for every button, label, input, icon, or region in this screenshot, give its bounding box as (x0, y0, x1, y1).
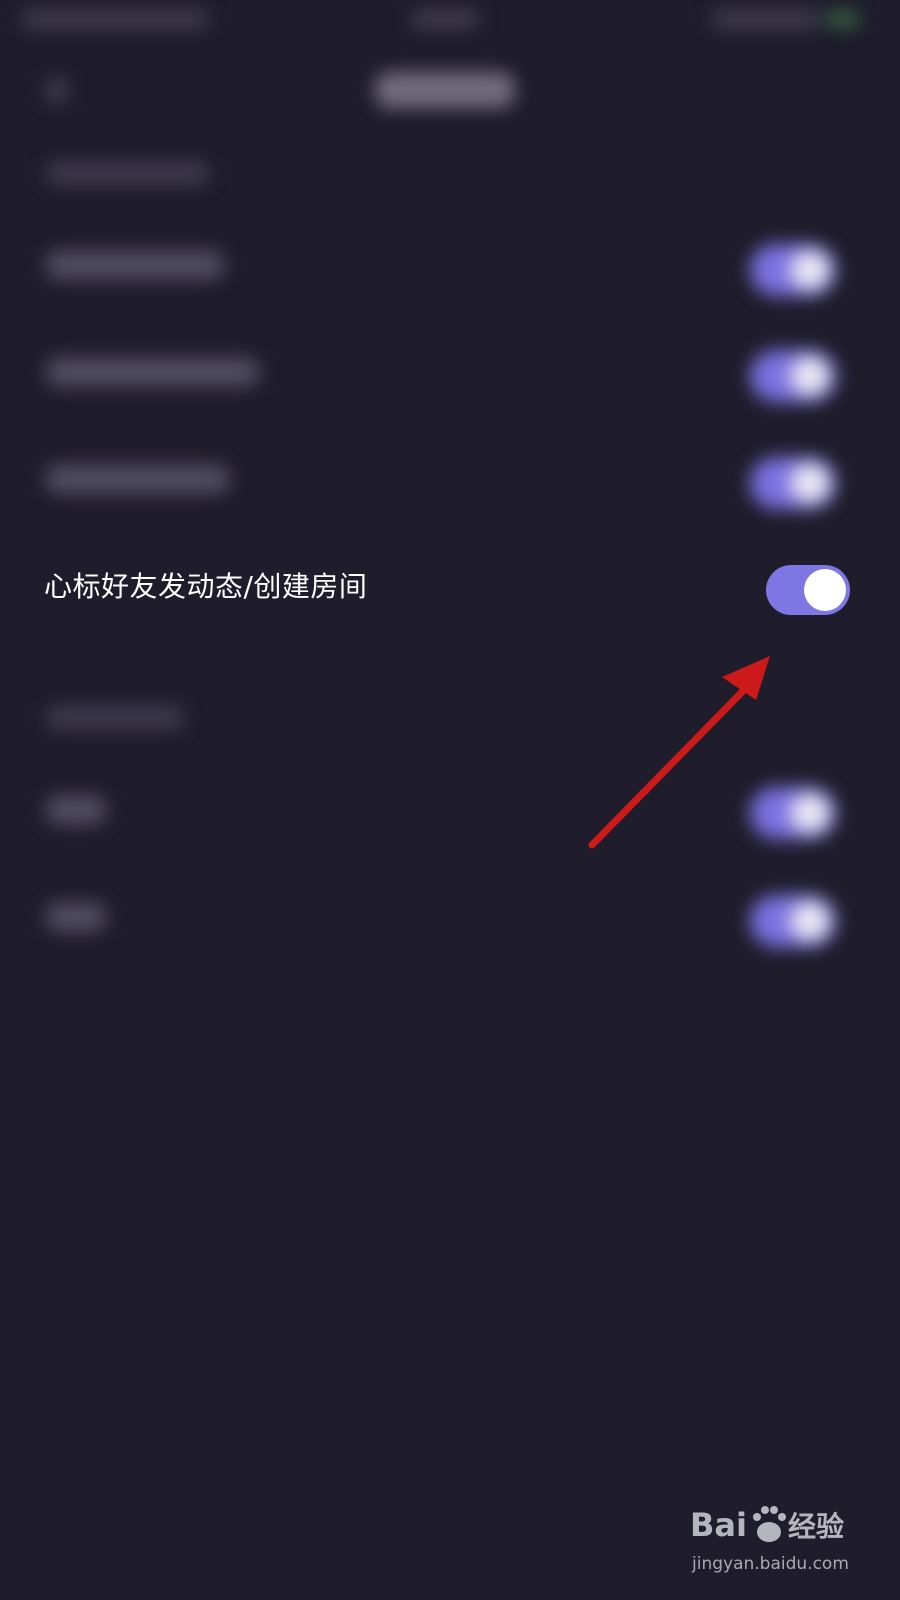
watermark: Bai 经验 jingyan.baidu.com (690, 1500, 860, 1580)
toggle-knob (804, 569, 846, 611)
blurred-toggle (750, 350, 836, 402)
screen: 心标好友发动态/创建房间 Bai 经验 jingyan.baidu.com (0, 0, 900, 1600)
blurred-battery-icon (825, 10, 860, 28)
blurred-status-center (410, 8, 480, 30)
blurred-row-label (45, 902, 107, 932)
svg-text:经验: 经验 (788, 1510, 844, 1543)
blurred-page-title (375, 72, 515, 108)
notify-toggle-switch[interactable] (766, 565, 850, 615)
blurred-toggle (750, 244, 836, 296)
blurred-section-header (45, 160, 210, 186)
blurred-row-label (45, 795, 107, 825)
blurred-section-header (45, 705, 185, 731)
svg-text:Bai: Bai (690, 1506, 747, 1544)
baidu-jingyan-logo-icon: Bai 经验 (690, 1506, 844, 1544)
setting-label: 心标好友发动态/创建房间 (44, 570, 368, 603)
blurred-status-time (20, 8, 210, 30)
watermark-url: jingyan.baidu.com (692, 1554, 849, 1574)
blurred-row-label (45, 357, 260, 387)
setting-row-notify-friends: 心标好友发动态/创建房间 (0, 555, 900, 641)
blurred-toggle (750, 895, 836, 947)
blurred-back-icon (45, 75, 69, 105)
blurred-status-icons (710, 8, 820, 30)
blurred-background (0, 0, 900, 1600)
blurred-row-label (45, 464, 230, 494)
blurred-toggle (750, 457, 836, 509)
blurred-toggle (750, 787, 836, 839)
blurred-row-label (45, 250, 225, 280)
